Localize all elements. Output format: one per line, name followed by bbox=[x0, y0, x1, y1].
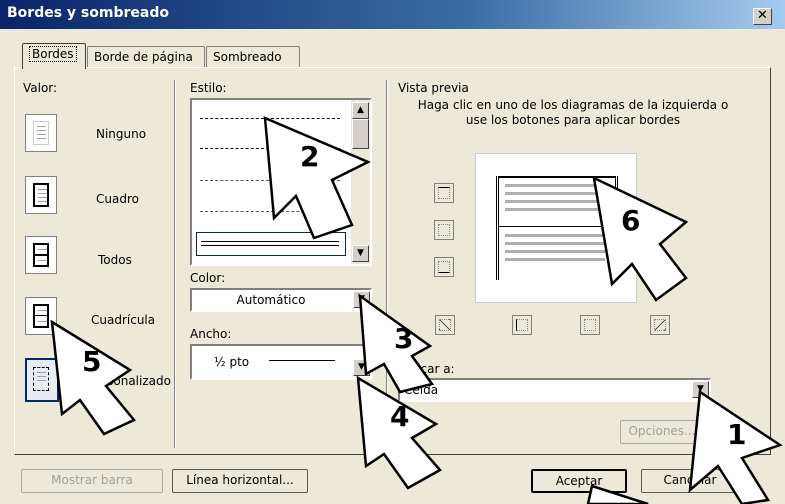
callout-3: 3 bbox=[394, 322, 414, 355]
callout-arrow-5 bbox=[50, 319, 136, 436]
callout-arrow-2 bbox=[263, 116, 371, 240]
tab-bordes[interactable]: Bordes bbox=[22, 43, 86, 69]
callout-5: 5 bbox=[82, 345, 102, 378]
callout-2: 2 bbox=[300, 140, 320, 173]
callout-1: 1 bbox=[727, 418, 747, 451]
callout-arrow-4 bbox=[356, 375, 442, 490]
callout-4: 4 bbox=[390, 400, 410, 433]
callout-6: 6 bbox=[621, 204, 641, 237]
tab-bordes-label: Bordes bbox=[29, 46, 77, 62]
callout-arrow-6 bbox=[592, 175, 689, 302]
callout-arrow-accept bbox=[586, 484, 649, 504]
